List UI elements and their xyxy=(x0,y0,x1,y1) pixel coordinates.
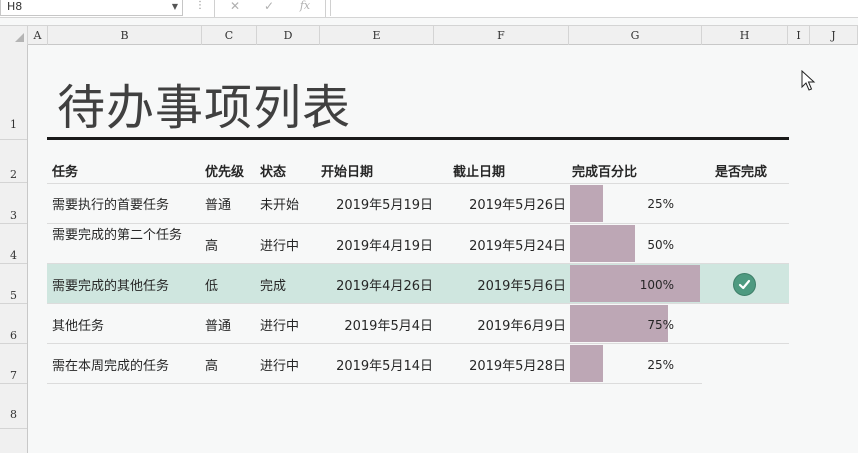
task-cell[interactable]: 需在本周完成的任务 xyxy=(52,355,169,374)
due-date-cell[interactable]: 2019年5月28日 xyxy=(434,355,566,374)
percent-cell[interactable]: 50% xyxy=(570,238,674,252)
formula-input[interactable] xyxy=(330,0,858,16)
row-divider xyxy=(47,223,789,224)
column-header-f[interactable]: F xyxy=(434,26,569,45)
status-cell[interactable]: 进行中 xyxy=(260,315,299,334)
task-cell[interactable]: 需要完成的其他任务 xyxy=(52,275,169,294)
header-due-date[interactable]: 截止日期 xyxy=(453,163,505,183)
start-date-cell[interactable]: 2019年5月4日 xyxy=(320,315,433,334)
select-all-button[interactable] xyxy=(0,26,28,45)
status-cell[interactable]: 未开始 xyxy=(260,194,299,213)
start-date-cell[interactable]: 2019年5月19日 xyxy=(320,194,433,213)
title-divider xyxy=(47,137,789,140)
header-priority[interactable]: 优先级 xyxy=(205,163,244,183)
row-header-bar: 1 2 3 4 5 6 7 8 xyxy=(0,45,28,453)
column-header-h[interactable]: H xyxy=(702,26,788,45)
chevron-down-icon[interactable]: ▼ xyxy=(168,0,182,16)
row-divider xyxy=(47,263,789,264)
formula-bar: H8 ▼ ⋮ ✕ ✓ fx xyxy=(0,0,858,18)
enter-icon[interactable]: ✓ xyxy=(259,0,279,16)
column-header-a[interactable]: A xyxy=(28,26,48,45)
sheet-title: 待办事项列表 xyxy=(57,80,352,136)
column-header-d[interactable]: D xyxy=(257,26,320,45)
priority-cell[interactable]: 低 xyxy=(205,275,218,294)
row-divider xyxy=(47,183,789,184)
header-task[interactable]: 任务 xyxy=(52,163,78,183)
column-header-c[interactable]: C xyxy=(202,26,257,45)
task-cell[interactable]: 需要完成的第二个任务 xyxy=(52,227,197,244)
header-percent-complete[interactable]: 完成百分比 xyxy=(572,163,637,183)
mouse-cursor-icon xyxy=(800,69,816,96)
due-date-cell[interactable]: 2019年6月9日 xyxy=(434,315,566,334)
column-header-e[interactable]: E xyxy=(320,26,434,45)
name-box[interactable]: H8 xyxy=(0,0,183,16)
column-header-j[interactable]: J xyxy=(810,26,858,45)
percent-cell[interactable]: 100% xyxy=(570,278,674,292)
row-divider xyxy=(47,383,702,384)
due-date-cell[interactable]: 2019年5月26日 xyxy=(434,194,566,213)
row-header-3[interactable]: 3 xyxy=(0,183,27,224)
row-header-6[interactable]: 6 xyxy=(0,304,27,344)
priority-cell[interactable]: 普通 xyxy=(205,315,231,334)
due-date-cell[interactable]: 2019年5月6日 xyxy=(434,275,566,294)
priority-cell[interactable]: 高 xyxy=(205,355,218,374)
row-header-1[interactable]: 1 xyxy=(0,45,27,140)
header-start-date[interactable]: 开始日期 xyxy=(321,163,373,183)
priority-cell[interactable]: 普通 xyxy=(205,194,231,213)
cancel-icon[interactable]: ✕ xyxy=(225,0,245,16)
priority-cell[interactable]: 高 xyxy=(205,235,218,254)
row-header-5[interactable]: 5 xyxy=(0,264,27,304)
status-cell[interactable]: 进行中 xyxy=(260,355,299,374)
percent-cell[interactable]: 25% xyxy=(570,358,674,372)
row-header-7[interactable]: 7 xyxy=(0,344,27,384)
row-divider xyxy=(47,303,789,304)
row-header-2[interactable]: 2 xyxy=(0,140,27,183)
check-circle-icon[interactable] xyxy=(733,273,756,296)
row-header-4[interactable]: 4 xyxy=(0,224,27,264)
header-done[interactable]: 是否完成 xyxy=(715,163,767,183)
column-header-g[interactable]: G xyxy=(569,26,702,45)
insert-function-icon[interactable]: fx xyxy=(295,0,315,16)
column-header-b[interactable]: B xyxy=(48,26,202,45)
start-date-cell[interactable]: 2019年4月19日 xyxy=(320,235,433,254)
row-divider xyxy=(47,343,789,344)
row-header-8[interactable]: 8 xyxy=(0,384,27,429)
percent-cell[interactable]: 75% xyxy=(570,318,674,332)
due-date-cell[interactable]: 2019年5月24日 xyxy=(434,235,566,254)
header-status[interactable]: 状态 xyxy=(260,163,286,183)
status-cell[interactable]: 进行中 xyxy=(260,235,299,254)
status-cell[interactable]: 完成 xyxy=(260,275,286,294)
column-header-bar: A B C D E F G H I J xyxy=(0,25,858,45)
start-date-cell[interactable]: 2019年5月14日 xyxy=(320,355,433,374)
task-cell[interactable]: 需要执行的首要任务 xyxy=(52,194,169,213)
start-date-cell[interactable]: 2019年4月26日 xyxy=(320,275,433,294)
drag-handle-icon[interactable]: ⋮ xyxy=(192,0,208,16)
formula-buttons: ✕ ✓ fx xyxy=(214,0,326,17)
percent-cell[interactable]: 25% xyxy=(570,197,674,211)
column-header-i[interactable]: I xyxy=(788,26,810,45)
task-cell[interactable]: 其他任务 xyxy=(52,315,104,334)
